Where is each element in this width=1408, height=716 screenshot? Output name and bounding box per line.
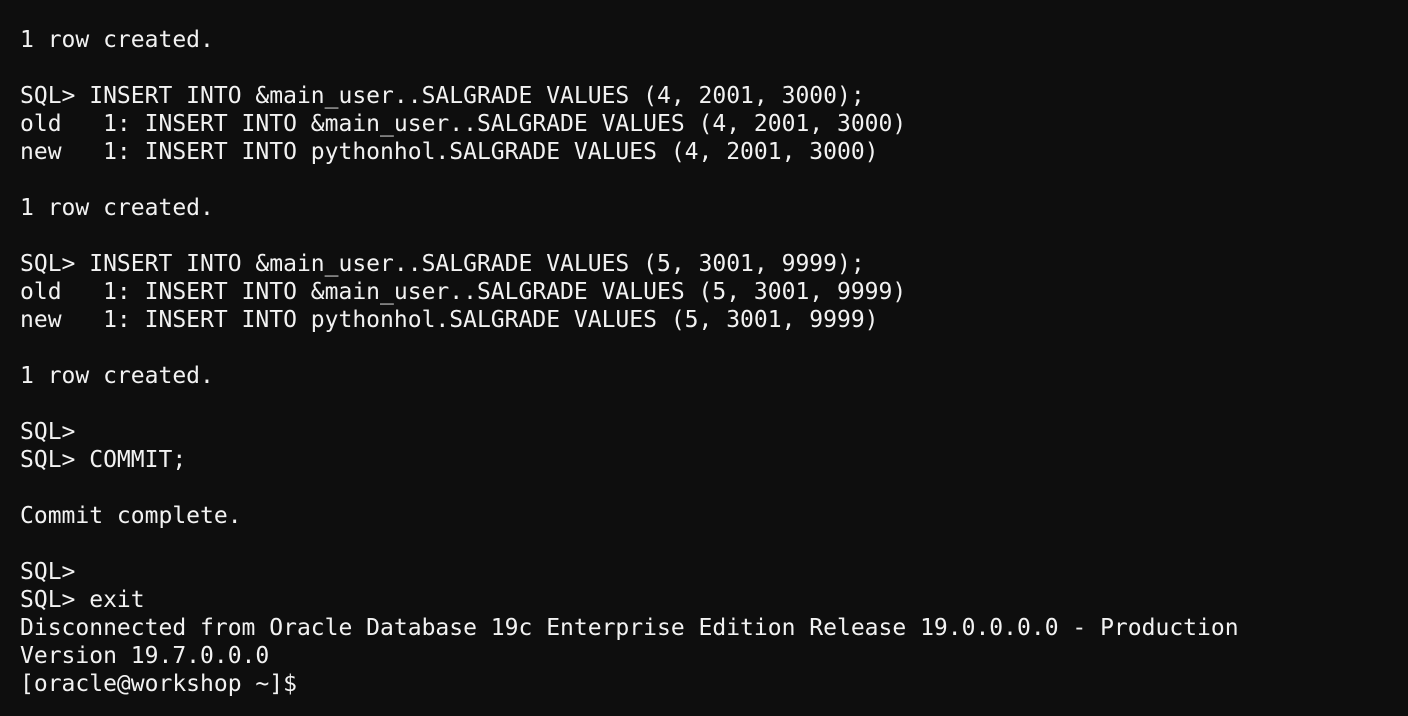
output-line: 1 row created. [20,195,214,221]
shell-prompt: [oracle@workshop ~]$ [20,671,297,697]
substitution-old-line: old 1: INSERT INTO &main_user..SALGRADE … [20,279,907,305]
shell-prompt-line[interactable]: [oracle@workshop ~]$ [20,670,1408,698]
terminal-window[interactable]: 1 row created. SQL> INSERT INTO &main_us… [0,0,1408,716]
sql-prompt-line: SQL> [20,559,76,585]
output-line: 1 row created. [20,363,214,389]
substitution-new-line: new 1: INSERT INTO pythonhol.SALGRADE VA… [20,139,879,165]
output-line: 1 row created. [20,27,214,53]
text-cursor [297,672,299,694]
sql-command-line: SQL> COMMIT; [20,447,187,473]
sql-command-line: SQL> INSERT INTO &main_user..SALGRADE VA… [20,83,865,109]
sql-command-line: SQL> INSERT INTO &main_user..SALGRADE VA… [20,251,865,277]
substitution-old-line: old 1: INSERT INTO &main_user..SALGRADE … [20,111,907,137]
output-line: Disconnected from Oracle Database 19c En… [20,615,1239,641]
output-line: Version 19.7.0.0.0 [20,643,270,669]
sql-command-line: SQL> exit [20,587,145,613]
sql-prompt-line: SQL> [20,419,76,445]
output-line: Commit complete. [20,503,242,529]
substitution-new-line: new 1: INSERT INTO pythonhol.SALGRADE VA… [20,307,879,333]
